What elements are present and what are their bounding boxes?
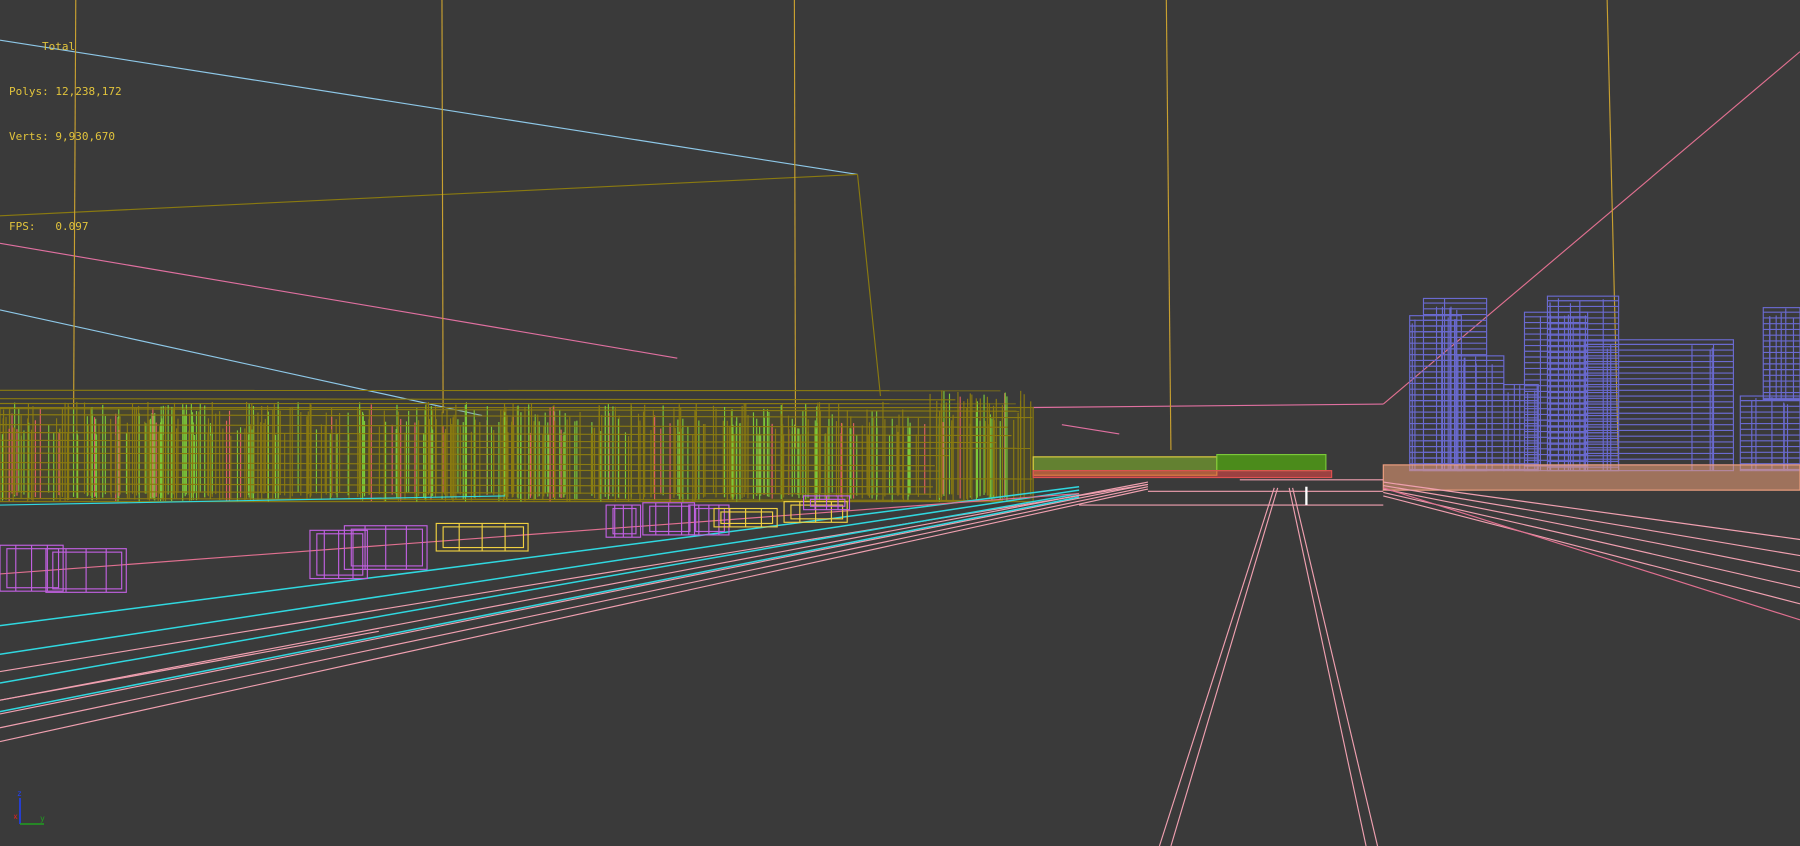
- vehicle-wireframe: [442, 526, 525, 549]
- building-wire: [0, 398, 956, 401]
- road-line-left: [0, 488, 1149, 743]
- road-line: [1158, 487, 1275, 846]
- ground-strip: [1032, 470, 1333, 479]
- road-line-left: [0, 493, 1080, 575]
- viewport-3d[interactable]: Total Polys: 12,238,172 Verts: 9,930,670…: [0, 0, 1800, 846]
- polys-value: 12,238,172: [55, 85, 122, 98]
- city-building: [1583, 339, 1734, 472]
- fps-value: 0.097: [55, 220, 89, 233]
- vehicle-wireframe: [6, 548, 60, 589]
- vertical-guide: [441, 0, 444, 414]
- road-line-left: [0, 481, 1149, 701]
- city-building: [1739, 395, 1800, 472]
- ground-strip: [1382, 464, 1800, 491]
- guide-line: [856, 174, 882, 397]
- stats-title: Total: [42, 40, 76, 53]
- statistics-overlay: Total Polys: 12,238,172 Verts: 9,930,670…: [9, 9, 122, 264]
- curb-line-cyan: [0, 492, 1080, 684]
- guide-line: [1382, 51, 1800, 405]
- road-line-left: [0, 483, 1149, 715]
- road-line: [1288, 487, 1367, 846]
- road-line: [1170, 487, 1279, 846]
- road-line-left: [0, 486, 1149, 729]
- axis-gizmo-icon: z x y: [14, 790, 45, 825]
- axis-y-label: y: [40, 814, 45, 823]
- polys-label: Polys:: [9, 85, 49, 98]
- road-line-left: [0, 630, 379, 701]
- road-line-right: [1383, 491, 1800, 589]
- axis-z-label: z: [17, 790, 22, 798]
- guide-line: [0, 173, 858, 217]
- verts-label: Verts:: [9, 130, 49, 143]
- city-building: [1409, 315, 1462, 472]
- vertical-guide: [793, 0, 797, 448]
- axis-x-label: x: [14, 812, 18, 821]
- verts-value: 9,930,670: [55, 130, 115, 143]
- road-line-right: [1383, 484, 1800, 557]
- guide-line: [1061, 424, 1120, 435]
- road-line-right: [1383, 495, 1800, 605]
- vertical-guide: [1606, 0, 1620, 471]
- building-mass-far: [1216, 453, 1327, 472]
- road-line: [1292, 487, 1379, 846]
- vertical-guide: [1165, 0, 1172, 450]
- stats-verts: Verts: 9,930,670: [9, 129, 122, 144]
- guide-line: [0, 39, 858, 176]
- road-line-right: [1383, 487, 1800, 621]
- curb-line-cyan: [0, 489, 1080, 656]
- stats-polys: Polys: 12,238,172: [9, 84, 122, 99]
- wireframe-scene[interactable]: [0, 0, 1800, 846]
- fps-label: FPS:: [9, 220, 36, 233]
- guide-line: [1033, 403, 1384, 409]
- stats-fps: FPS: 0.097: [9, 219, 122, 234]
